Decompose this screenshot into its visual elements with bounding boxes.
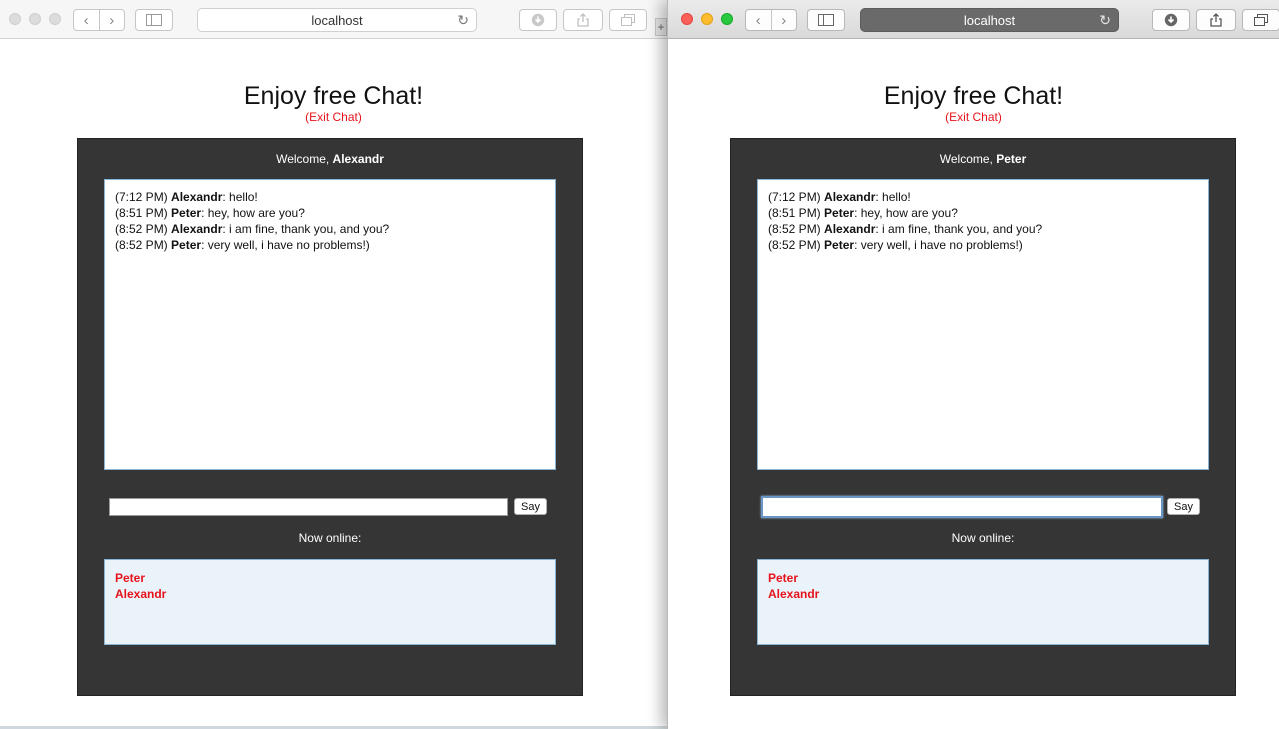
chevron-right-icon[interactable]: › [772,10,797,30]
chat-message: (7:12 PM) Alexandr: hello! [115,189,545,205]
minimize-window-button[interactable] [29,13,41,25]
chevron-right-icon[interactable]: › [100,10,125,30]
browser-toolbar: ‹ › localhost ↻ [668,0,1279,39]
online-users-list: Peter Alexandr [104,559,556,645]
online-users-list: Peter Alexandr [757,559,1209,645]
message-time: (8:51 PM) [768,206,821,220]
chevron-left-icon[interactable]: ‹ [74,10,100,30]
message-time: (8:52 PM) [768,238,821,252]
exit-chat-link[interactable]: (Exit Chat) [668,110,1279,124]
reload-icon[interactable]: ↻ [1099,12,1111,29]
chat-message: (8:52 PM) Alexandr: i am fine, thank you… [768,221,1198,237]
nav-buttons: ‹ › [745,9,797,31]
zoom-window-button[interactable] [721,13,733,25]
browser-window-right: ‹ › localhost ↻ Enjoy free Chat! (Exit C… [667,0,1279,729]
share-icon[interactable] [563,9,603,31]
download-icon[interactable] [1152,9,1190,31]
message-text: : hey, how are you? [854,206,958,220]
close-window-button[interactable] [681,13,693,25]
message-time: (8:52 PM) [768,222,821,236]
tabs-overview-icon[interactable] [1242,9,1279,31]
sidebar-icon[interactable] [135,9,173,31]
online-label: Now online: [298,531,362,545]
close-window-button[interactable] [9,13,21,25]
message-input[interactable] [761,496,1163,518]
online-user: Peter [115,571,146,585]
chat-page: Enjoy free Chat! (Exit Chat) Welcome, Al… [0,40,667,729]
message-input[interactable] [109,498,508,516]
welcome-username: Alexandr [332,152,384,166]
message-text: : very well, i have no problems!) [854,238,1023,252]
download-icon[interactable] [519,9,557,31]
url-text: localhost [311,12,363,28]
message-text: : i am fine, thank you, and you? [222,222,390,236]
message-author: Peter [824,238,855,252]
nav-buttons: ‹ › [73,9,125,31]
url-text: localhost [963,12,1016,28]
address-bar[interactable]: localhost ↻ [860,8,1119,32]
chat-panel: Welcome, Alexandr (7:12 PM) Alexandr: he… [77,138,583,696]
online-user: Alexandr [115,587,167,601]
welcome-prefix: Welcome, [939,152,997,166]
zoom-window-button[interactable] [49,13,61,25]
message-author: Peter [171,238,202,252]
reload-icon[interactable]: ↻ [457,12,469,29]
message-author: Alexandr [171,190,223,204]
welcome-text: Welcome, Peter [731,152,1235,166]
message-author: Peter [171,206,202,220]
chat-log[interactable]: (7:12 PM) Alexandr: hello! (8:51 PM) Pet… [757,179,1209,470]
chat-message: (8:52 PM) Peter: very well, i have no pr… [768,237,1198,253]
chat-page: Enjoy free Chat! (Exit Chat) Welcome, Pe… [668,40,1279,729]
online-user: Alexandr [768,587,820,601]
message-author: Alexandr [824,190,876,204]
page-title: Enjoy free Chat! [883,82,1064,110]
page-title: Enjoy free Chat! [243,82,424,110]
chat-message: (8:51 PM) Peter: hey, how are you? [115,205,545,221]
say-button[interactable]: Say [514,498,547,515]
message-time: (8:52 PM) [115,238,168,252]
share-icon[interactable] [1196,9,1236,31]
new-tab-button[interactable]: + [655,18,667,36]
message-author: Alexandr [171,222,223,236]
message-time: (7:12 PM) [768,190,821,204]
chat-message: (8:51 PM) Peter: hey, how are you? [768,205,1198,221]
chat-log[interactable]: (7:12 PM) Alexandr: hello! (8:51 PM) Pet… [104,179,556,470]
message-time: (8:51 PM) [115,206,168,220]
chat-message: (7:12 PM) Alexandr: hello! [768,189,1198,205]
message-text: : very well, i have no problems!) [201,238,370,252]
exit-chat-link[interactable]: (Exit Chat) [0,110,667,124]
tabs-overview-icon[interactable] [609,9,647,31]
welcome-username: Peter [996,152,1027,166]
message-author: Alexandr [824,222,876,236]
say-button[interactable]: Say [1167,498,1200,515]
sidebar-icon[interactable] [807,9,845,31]
browser-toolbar: ‹ › localhost ↻ [0,0,667,39]
browser-window-left: ‹ › localhost ↻ Enjoy free Chat! (Exit C… [0,0,667,729]
message-time: (7:12 PM) [115,190,168,204]
online-user: Peter [768,571,799,585]
chevron-left-icon[interactable]: ‹ [746,10,772,30]
chat-panel: Welcome, Peter (7:12 PM) Alexandr: hello… [730,138,1236,696]
minimize-window-button[interactable] [701,13,713,25]
message-text: : hello! [875,190,911,204]
welcome-text: Welcome, Alexandr [78,152,582,166]
message-text: : i am fine, thank you, and you? [875,222,1043,236]
online-label: Now online: [951,531,1015,545]
chat-message: (8:52 PM) Peter: very well, i have no pr… [115,237,545,253]
message-author: Peter [824,206,855,220]
message-text: : hey, how are you? [201,206,305,220]
address-bar[interactable]: localhost ↻ [197,8,477,32]
message-time: (8:52 PM) [115,222,168,236]
message-text: : hello! [222,190,258,204]
chat-message: (8:52 PM) Alexandr: i am fine, thank you… [115,221,545,237]
welcome-prefix: Welcome, [276,152,333,166]
